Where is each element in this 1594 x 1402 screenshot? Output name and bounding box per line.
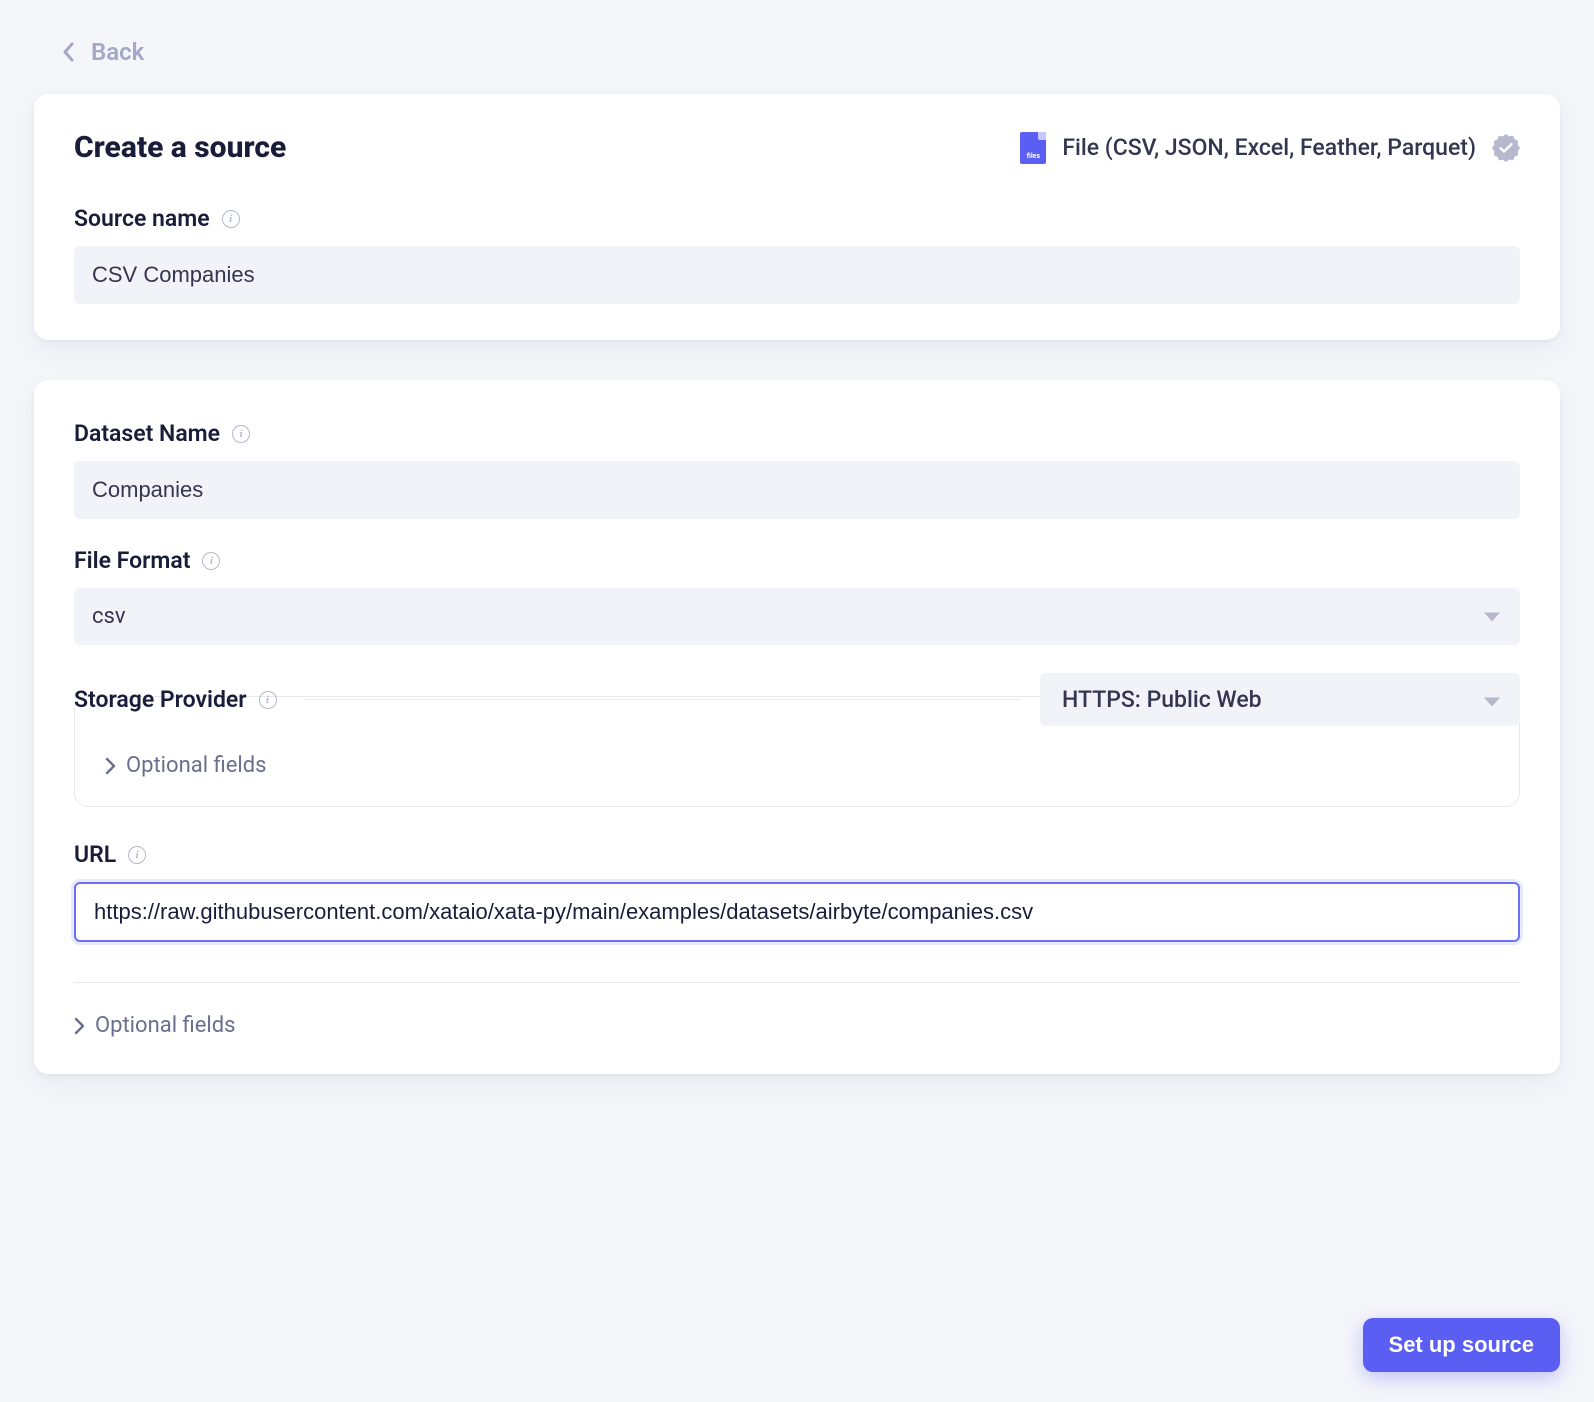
dataset-name-input[interactable] — [74, 461, 1520, 519]
info-icon[interactable]: i — [222, 210, 240, 228]
setup-source-button[interactable]: Set up source — [1363, 1318, 1560, 1372]
back-button[interactable]: Back — [34, 38, 1560, 66]
storage-optional-fields-toggle[interactable]: Optional fields — [105, 753, 1489, 778]
file-format-select[interactable]: csv — [74, 588, 1520, 645]
file-format-label: File Format — [74, 547, 190, 574]
source-type-chip: files File (CSV, JSON, Excel, Feather, P… — [1020, 132, 1520, 164]
chevron-right-icon — [74, 1017, 85, 1035]
verified-badge-icon — [1492, 134, 1520, 162]
source-name-input[interactable] — [74, 246, 1520, 304]
caret-down-icon — [1484, 686, 1500, 713]
back-label: Back — [91, 38, 144, 66]
chevron-left-icon — [62, 42, 75, 62]
info-icon[interactable]: i — [259, 691, 277, 709]
info-icon[interactable]: i — [232, 425, 250, 443]
url-label: URL — [74, 841, 116, 868]
info-icon[interactable]: i — [128, 846, 146, 864]
dataset-name-label: Dataset Name — [74, 420, 220, 447]
source-type-label: File (CSV, JSON, Excel, Feather, Parquet… — [1062, 134, 1476, 161]
storage-provider-select[interactable]: HTTPS: Public Web — [1040, 673, 1520, 726]
optional-fields-label: Optional fields — [95, 1013, 235, 1038]
storage-optional-fields-label: Optional fields — [126, 753, 266, 778]
caret-down-icon — [1484, 607, 1500, 626]
page-title: Create a source — [74, 130, 286, 165]
url-input[interactable] — [74, 882, 1520, 942]
chevron-right-icon — [105, 757, 116, 775]
divider — [303, 699, 1020, 700]
source-config-card: Dataset Name i File Format i csv Storage… — [34, 380, 1560, 1074]
storage-provider-label: Storage Provider — [74, 686, 247, 713]
info-icon[interactable]: i — [202, 552, 220, 570]
source-name-label: Source name — [74, 205, 210, 232]
file-icon: files — [1020, 132, 1046, 164]
optional-fields-toggle[interactable]: Optional fields — [74, 1013, 1520, 1044]
divider — [74, 982, 1520, 983]
storage-provider-value: HTTPS: Public Web — [1062, 686, 1262, 713]
create-source-card: Create a source files File (CSV, JSON, E… — [34, 94, 1560, 340]
file-format-value: csv — [74, 588, 1520, 645]
